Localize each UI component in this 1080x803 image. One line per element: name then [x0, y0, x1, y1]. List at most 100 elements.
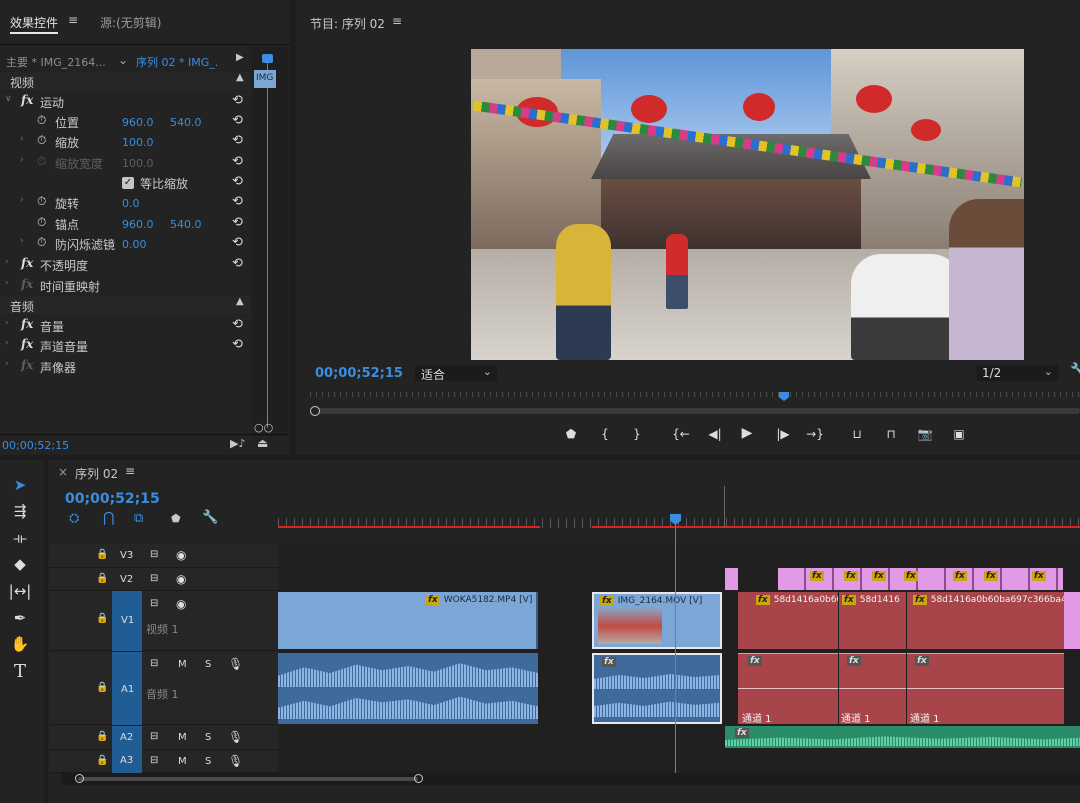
prop-position[interactable]: ⏱ 位置 960.0 540.0 ⟲ — [0, 111, 250, 131]
tab-source[interactable]: 源:(无剪辑) — [100, 14, 161, 31]
prop-scale[interactable]: › ⏱ 缩放 100.0 ⟲ — [0, 131, 250, 151]
tab-sequence[interactable]: 序列 02 — [75, 465, 118, 482]
mini-timeline[interactable] — [252, 46, 288, 436]
prop-uniform-scale[interactable]: ✓ 等比缩放 ⟲ — [0, 172, 250, 192]
timeline-scroll-thumb[interactable] — [78, 777, 418, 781]
lift-icon[interactable]: ⊔ — [846, 427, 868, 441]
track-target-a3[interactable]: A3 — [112, 750, 142, 773]
audio-graphic-1[interactable]: fx 通道 1 — [738, 653, 838, 724]
clip-graphic-1[interactable]: fx 58d1416a0b60 — [738, 592, 838, 649]
wrench-icon[interactable]: 🔧 — [1070, 363, 1080, 378]
nest-icon[interactable]: ⛭ — [69, 511, 79, 526]
menu-icon[interactable]: ≡ — [68, 13, 78, 27]
program-title[interactable]: 节目: 序列 02 — [310, 15, 385, 32]
zoom-handle[interactable] — [310, 406, 320, 416]
type-icon[interactable]: T — [8, 661, 32, 683]
go-to-out-icon[interactable]: →} — [804, 427, 826, 441]
prop-time-remap[interactable]: › fx 时间重映射 — [0, 275, 250, 295]
zoom-handle-icon[interactable]: ○○ — [254, 421, 273, 434]
sequence-clip-label[interactable]: 序列 02 * IMG_... — [136, 54, 218, 70]
effect-controls-timecode[interactable]: 00;00;52;15 — [2, 439, 69, 452]
play-audio-icon[interactable]: ▶♪ — [230, 437, 245, 450]
program-timecode[interactable]: 00;00;52;15 — [315, 366, 403, 381]
prop-opacity[interactable]: › fx 不透明度 ⟲ — [0, 254, 250, 274]
section-audio: 音频 ▲ — [0, 296, 250, 314]
razor-icon[interactable]: ◆ — [8, 555, 32, 577]
resolution-dropdown[interactable]: 1/2 ⌄ — [976, 365, 1058, 381]
audio-img-2164[interactable]: fx — [592, 653, 722, 724]
linked-selection-icon[interactable]: ⧉ — [134, 511, 143, 526]
hand-icon[interactable]: ✋ — [8, 635, 32, 657]
track-target-a2[interactable]: A2 — [112, 726, 142, 750]
menu-icon[interactable]: ≡ — [125, 464, 135, 478]
audio-graphic-3[interactable]: fx 通道 1 — [907, 653, 1064, 724]
lock-icon: 🔒 — [96, 682, 109, 693]
lantern — [743, 93, 775, 121]
program-zoom-bar[interactable] — [312, 408, 1080, 414]
step-forward-icon[interactable]: |▶ — [772, 427, 794, 441]
compare-icon[interactable]: ▣ — [948, 427, 970, 441]
clip-graphic-2[interactable]: fx 58d1416 — [839, 592, 906, 649]
play-icon[interactable]: ▶ — [736, 425, 758, 441]
audio-woka[interactable] — [278, 653, 538, 724]
mini-clip-label: IMG — [256, 73, 274, 83]
ripple-edit-icon[interactable]: ⟛ — [8, 529, 32, 551]
camera-icon[interactable]: 📷 — [914, 427, 936, 441]
add-marker-icon[interactable]: ⬟ — [171, 512, 181, 525]
audio-graphic-2[interactable]: fx 通道 1 — [839, 653, 906, 724]
pen-icon[interactable]: ✒ — [8, 609, 32, 631]
scroll-handle-right[interactable] — [414, 774, 423, 783]
prop-motion[interactable]: ∨ fx 运动 ⟲ — [0, 91, 250, 111]
mini-playhead-head[interactable] — [262, 54, 273, 63]
eye-icon: ◉ — [176, 597, 187, 611]
clip-pink-edge[interactable] — [1064, 592, 1080, 649]
work-area-bar[interactable] — [278, 526, 540, 528]
prop-flicker[interactable]: › ⏱ 防闪烁滤镜 0.00 ⟲ — [0, 233, 250, 253]
toggle-sync-icon: ⊟ — [150, 573, 159, 584]
track-target-v1[interactable]: V1 — [112, 591, 142, 651]
add-marker-icon[interactable]: ⬟ — [560, 427, 582, 441]
clip-graphic-3[interactable]: fx 58d1416a0b60ba697c366ba45 — [907, 592, 1064, 649]
slip-icon[interactable]: |↔| — [8, 582, 32, 604]
v2-clip[interactable] — [725, 568, 738, 590]
mini-clip-bar[interactable]: IMG — [254, 70, 276, 88]
clip-img-2164[interactable]: fx IMG_2164.MOV [V] — [592, 592, 722, 649]
reset-icon: ⟲ — [232, 174, 243, 189]
audio-a2-music[interactable]: fx — [725, 726, 1080, 748]
track-target-a1[interactable]: A1 — [112, 652, 142, 725]
snap-icon[interactable]: ⋂ — [103, 510, 114, 526]
prop-volume[interactable]: › fx 音量 ⟲ — [0, 315, 250, 335]
mic-icon: 🎙 — [228, 730, 244, 744]
tab-effect-controls[interactable]: 效果控件 — [10, 14, 59, 34]
prop-anchor[interactable]: ⏱ 锚点 960.0 540.0 ⟲ — [0, 213, 250, 233]
work-area-bar[interactable] — [592, 526, 1080, 528]
menu-icon[interactable]: ≡ — [392, 14, 402, 28]
person-right — [949, 199, 1024, 360]
play-only-icon[interactable]: ▶ — [236, 52, 244, 63]
close-icon[interactable]: × — [58, 465, 68, 479]
timeline-timecode[interactable]: 00;00;52;15 — [65, 491, 160, 507]
step-back-icon[interactable]: ◀| — [704, 427, 726, 441]
mark-in-icon[interactable]: { — [594, 427, 616, 441]
export-icon[interactable]: ⏏ — [257, 436, 268, 450]
scroll-handle-left[interactable] — [75, 774, 84, 783]
toggle-sync-icon: ⊟ — [150, 731, 159, 742]
track-select-icon[interactable]: ⇶ — [8, 502, 32, 524]
checkbox[interactable]: ✓ — [122, 177, 134, 189]
clip-woka[interactable]: fx WOKA5182.MP4 [V] — [278, 592, 538, 649]
fx-badge: fx — [953, 571, 967, 581]
prop-channel-volume[interactable]: › fx 声道音量 ⟲ — [0, 335, 250, 355]
extract-icon[interactable]: ⊓ — [880, 427, 902, 441]
master-clip-label[interactable]: 主要 * IMG_2164... — [6, 54, 106, 70]
clip-thumbnail — [598, 608, 662, 644]
person-white — [851, 254, 961, 360]
selection-tool-icon[interactable]: ➤ — [8, 476, 32, 498]
settings-wrench-icon[interactable]: 🔧 — [202, 510, 218, 525]
chevron-down-icon[interactable]: ⌄ — [118, 53, 128, 67]
prop-panner[interactable]: › fx 声像器 — [0, 356, 250, 376]
prop-rotation[interactable]: › ⏱ 旋转 0.0 ⟲ — [0, 192, 250, 212]
reset-icon: ⟲ — [232, 215, 243, 230]
go-to-in-icon[interactable]: {← — [670, 427, 692, 441]
fit-dropdown[interactable]: 适合 ⌄ — [415, 365, 497, 382]
mark-out-icon[interactable]: } — [626, 427, 648, 441]
